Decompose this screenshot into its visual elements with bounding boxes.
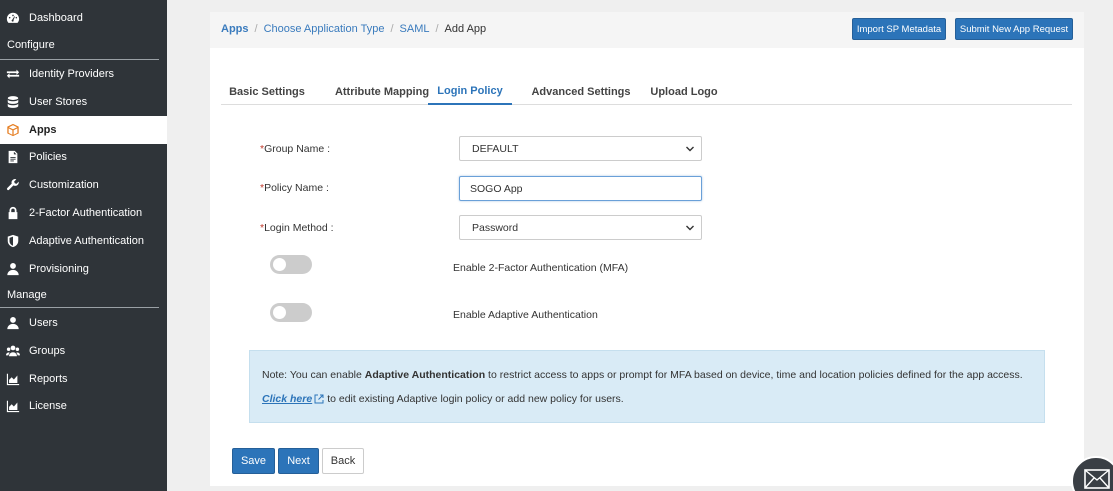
login-method-label: *Login Method : [260,222,334,234]
chevron-down-icon [686,146,694,152]
sidebar-item-identity-providers[interactable]: Identity Providers [0,60,167,88]
tab-login-policy[interactable]: Login Policy [428,78,512,105]
shield-icon [5,233,21,249]
lock-icon [5,205,21,221]
sidebar-item-license[interactable]: License [0,392,167,420]
area-chart-icon [5,371,21,387]
sidebar-item-label: Groups [29,345,66,357]
breadcrumb-saml[interactable]: SAML [400,23,430,35]
exchange-icon [5,66,21,82]
sidebar-item-label: User Stores [29,96,88,108]
click-here-link[interactable]: Click here [262,393,312,405]
group-icon [5,343,21,359]
save-button[interactable]: Save [232,448,275,474]
sidebar-item-2fa[interactable]: 2-Factor Authentication [0,199,167,227]
divider [0,307,159,308]
group-name-select[interactable]: DEFAULT [459,136,702,161]
wrench-icon [5,177,21,193]
sidebar-item-customization[interactable]: Customization [0,171,167,199]
submit-new-app-request-button[interactable]: Submit New App Request [955,18,1073,40]
sidebar-item-label: Adaptive Authentication [29,235,144,247]
sidebar-item-provisioning[interactable]: Provisioning [0,255,167,283]
toggle-knob [273,258,286,271]
group-name-label: *Group Name : [260,143,331,155]
header-bar: Apps / Choose Application Type / SAML / … [210,12,1084,48]
login-method-value: Password [472,221,519,234]
sidebar-item-users[interactable]: Users [0,309,167,337]
sidebar-item-label: Users [29,317,58,329]
adaptive-auth-toggle[interactable] [270,303,312,322]
cube-icon [5,122,21,138]
area-chart-icon [5,398,21,414]
sidebar-item-label: Dashboard [29,12,83,24]
toggle-knob [273,306,286,319]
login-method-select[interactable]: Password [459,215,702,240]
sidebar-item-reports[interactable]: Reports [0,365,167,393]
policy-name-label: *Policy Name : [260,182,329,194]
tab-bar: Basic Settings Attribute Mapping Login P… [221,78,1072,105]
next-button[interactable]: Next [278,448,319,474]
breadcrumb-separator: / [254,23,258,35]
breadcrumb-separator: / [390,23,394,35]
tab-basic-settings[interactable]: Basic Settings [221,78,313,105]
dashboard-icon [5,10,21,26]
mail-icon [1084,469,1110,489]
note-link-line: Click here to edit existing Adaptive log… [262,393,624,405]
adaptive-auth-toggle-label: Enable Adaptive Authentication [453,309,598,321]
mfa-toggle-label: Enable 2-Factor Authentication (MFA) [453,262,629,274]
sidebar-item-label: License [29,400,67,412]
import-sp-metadata-button[interactable]: Import SP Metadata [852,18,946,40]
chevron-down-icon [686,225,694,231]
sidebar-item-policies[interactable]: Policies [0,143,167,171]
back-button[interactable]: Back [322,448,364,474]
sidebar-item-dashboard[interactable]: Dashboard [0,4,167,32]
sidebar-item-label: Customization [29,179,99,191]
sidebar-item-groups[interactable]: Groups [0,337,167,365]
section-configure: Configure [7,39,55,51]
tab-upload-logo[interactable]: Upload Logo [644,78,724,105]
sidebar-item-label: Policies [29,151,67,163]
document-icon [5,149,21,165]
database-icon [5,94,21,110]
note-bold: Adaptive Authentication [364,369,486,381]
group-name-value: DEFAULT [472,142,519,155]
section-manage: Manage [7,289,47,301]
sidebar-item-label: 2-Factor Authentication [29,207,143,219]
sidebar-item-adaptive-authentication[interactable]: Adaptive Authentication [0,227,167,255]
breadcrumb-choose-application-type[interactable]: Choose Application Type [264,23,385,35]
sidebar-item-label: Provisioning [29,263,89,275]
breadcrumb-separator: / [435,23,439,35]
note-text: Note: You can enable Adaptive Authentica… [262,369,1023,381]
note-link-suffix: to edit existing Adaptive login policy o… [327,393,624,405]
breadcrumb-add-app: Add App [444,23,487,35]
sidebar-item-label: Identity Providers [29,68,114,80]
sidebar-item-user-stores[interactable]: User Stores [0,88,167,116]
sidebar: Dashboard Configure Identity Providers U… [0,0,167,491]
policy-name-value: SOGO App [470,182,523,195]
breadcrumb: Apps / Choose Application Type / SAML / … [221,23,486,35]
tab-attribute-mapping[interactable]: Attribute Mapping [327,78,437,105]
tab-advanced-settings[interactable]: Advanced Settings [526,78,636,105]
user-icon [5,261,21,277]
sidebar-item-label: Apps [29,124,57,136]
sidebar-item-label: Reports [29,373,68,385]
external-link-icon [314,394,324,404]
sidebar-item-apps[interactable]: Apps [0,116,167,144]
main-card: Apps / Choose Application Type / SAML / … [210,12,1084,486]
adaptive-auth-note: Note: You can enable Adaptive Authentica… [249,350,1045,423]
user-icon [5,315,21,331]
mfa-toggle[interactable] [270,255,312,274]
policy-name-input[interactable]: SOGO App [459,176,702,201]
breadcrumb-apps[interactable]: Apps [221,23,249,35]
